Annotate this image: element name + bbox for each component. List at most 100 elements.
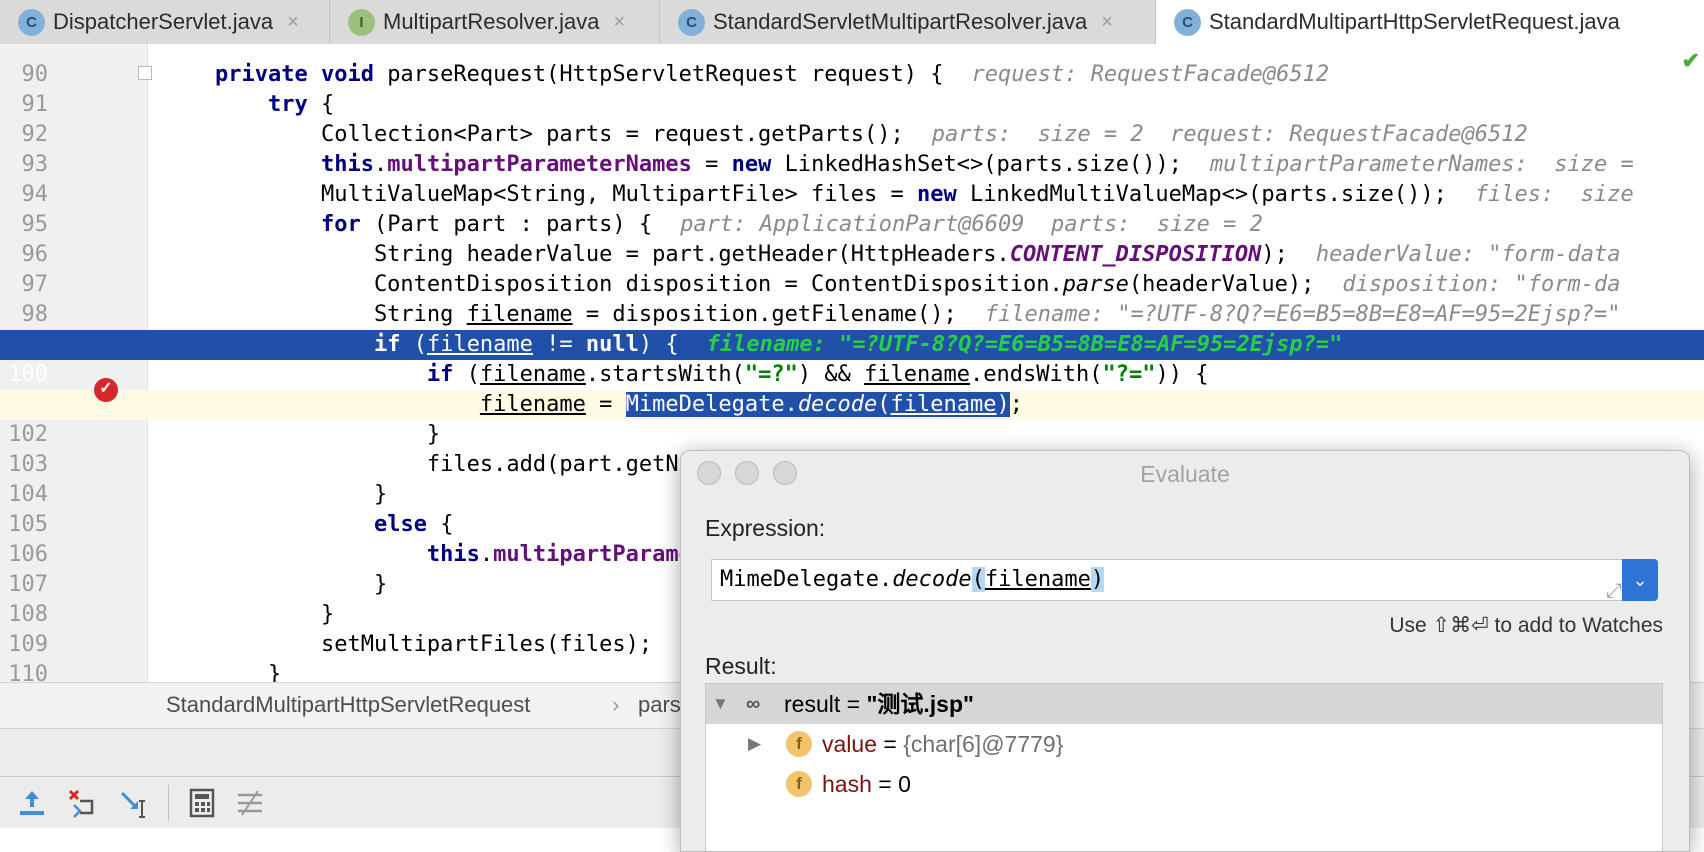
result-row[interactable]: ▼ ∞ result = "测试.jsp" (706, 684, 1662, 724)
code-text: filename = MimeDelegate.decode(filename)… (479, 392, 1024, 417)
class-icon: C (18, 8, 45, 36)
field-row[interactable]: f hash = 0 (706, 764, 1662, 804)
tab-label: StandardMultipartHttpServletRequest.java (1209, 9, 1620, 34)
breakpoint-icon[interactable]: ✓ (94, 378, 118, 402)
breadcrumb-class[interactable]: StandardMultipartHttpServletRequest (166, 683, 530, 727)
caret-line[interactable]: 102 filename = MimeDelegate.decode(filen… (0, 390, 1704, 447)
breadcrumb-method[interactable]: pars (638, 683, 681, 727)
code-line[interactable]: 101 if (filename.startsWith("=?") && fil… (0, 360, 1704, 417)
expr-method: decode (892, 567, 972, 592)
tab-multipart-resolver[interactable]: I MultipartResolver.java × (330, 0, 660, 44)
expr-arg: filename (984, 567, 1091, 592)
code-text: } (215, 602, 335, 627)
close-icon[interactable]: × (287, 11, 299, 34)
code-line[interactable]: 94 this.multipartParameterNames = new Li… (0, 150, 1704, 207)
expand-triangle-icon[interactable]: ▶ (748, 724, 761, 764)
code-text: } (215, 482, 388, 507)
inline-debug-value: parts: size = 2 request: RequestFacade@6… (931, 122, 1528, 147)
field-text: value = {char[6]@7779} (822, 724, 1063, 764)
dialog-title: Evaluate (1140, 461, 1230, 487)
code-text: this.multipartParameterNames = new Linke… (320, 152, 1648, 177)
field-eq: = (871, 771, 899, 797)
expr-class: MimeDelegate. (720, 567, 893, 592)
tab-standard-multipart-http-servlet-request[interactable]: C StandardMultipartHttpServletRequest.ja… (1156, 0, 1704, 44)
code-text: if (filename.startsWith("=?") && filenam… (426, 362, 1209, 387)
tab-dispatcher-servlet[interactable]: C DispatcherServlet.java × (0, 0, 330, 44)
field-value: 0 (898, 771, 911, 797)
result-label: Result: (705, 653, 777, 679)
execution-point-line[interactable]: 100 if (filename != null) {filename: "=?… (0, 330, 1704, 387)
history-dropdown-button[interactable]: ⌄ (1622, 559, 1658, 601)
code-text: if (filename != null) {filename: "=?UTF-… (373, 332, 1343, 357)
class-icon: C (678, 8, 705, 36)
code-text: ContentDisposition disposition = Content… (215, 272, 1621, 297)
inline-debug-value: headerValue: "form-data (1315, 242, 1621, 267)
inline-debug-value: part: ApplicationPart@6609 parts: size =… (680, 212, 1263, 237)
code-text: } (215, 422, 441, 447)
code-text: MultiValueMap<String, MultipartFile> fil… (215, 182, 1634, 207)
chevron-down-icon: ⌄ (1632, 570, 1648, 590)
collapse-triangle-icon[interactable]: ▼ (712, 684, 729, 724)
tab-label: MultipartResolver.java (383, 9, 600, 34)
field-eq: = (876, 731, 904, 757)
code-line[interactable]: 96 for (Part part : parts) {part: Applic… (0, 210, 1704, 267)
field-icon: f (786, 731, 812, 757)
inline-debug-value: filename: "=?UTF-8?Q?=E6=B5=8B=E8=AF=95=… (706, 332, 1343, 357)
breadcrumb-separator: › (612, 692, 620, 717)
inline-debug-value: filename: "=?UTF-8?Q?=E6=B5=8B=E8=AF=95=… (984, 302, 1621, 327)
code-text: } (215, 662, 282, 682)
code-line[interactable]: 92 try { (0, 90, 1704, 147)
analysis-ok-icon: ✔ (1681, 48, 1700, 73)
field-row[interactable]: ▶ f value = {char[6]@7779} (706, 724, 1662, 764)
tab-label: DispatcherServlet.java (53, 9, 274, 34)
code-line[interactable]: 103 } (0, 420, 1704, 477)
inline-debug-value: files: size (1474, 182, 1634, 207)
field-value: {char[6]@7779} (903, 731, 1064, 757)
result-value: "测试.jsp" (866, 691, 974, 717)
step-out-icon[interactable] (16, 787, 48, 819)
close-icon[interactable]: × (1101, 11, 1113, 34)
close-icon[interactable]: × (613, 11, 625, 34)
run-to-cursor-icon[interactable] (118, 787, 150, 819)
fold-icon[interactable] (138, 66, 152, 80)
toolbar-divider (168, 785, 169, 821)
result-name: result (784, 691, 841, 717)
evaluate-dialog: Evaluate Expression: MimeDelegate.decode… (680, 450, 1690, 852)
add-to-watches-hint: Use ⇧⌘⏎ to add to Watches (1389, 614, 1663, 637)
trace-stream-icon[interactable] (234, 787, 266, 819)
expression-input[interactable]: MimeDelegate.decode(filename) ⤢ (711, 559, 1639, 602)
expr-paren-close: ) (1090, 567, 1105, 592)
editor-tab-bar: C DispatcherServlet.java × I MultipartRe… (0, 0, 1704, 44)
inline-debug-value: disposition: "form-da (1342, 272, 1621, 297)
code-line[interactable]: 97 String headerValue = part.getHeader(H… (0, 240, 1704, 297)
result-tree[interactable]: ▼ ∞ result = "测试.jsp" ▶ f value = {char[… (705, 683, 1663, 851)
inline-debug-value: request: RequestFacade@6512 (971, 62, 1330, 87)
code-text: setMultipartFiles(files); (215, 632, 653, 657)
code-text: } (215, 572, 388, 597)
watch-glasses-icon: ∞ (746, 693, 761, 715)
tab-label: StandardServletMultipartResolver.java (713, 9, 1088, 34)
code-line[interactable]: 99 String filename = disposition.getFile… (0, 300, 1704, 357)
code-line[interactable]: 90 (0, 44, 1704, 87)
code-text: for (Part part : parts) {part: Applicati… (320, 212, 1263, 237)
code-text: else { (373, 512, 454, 537)
code-line[interactable]: 98 ContentDisposition disposition = Cont… (0, 270, 1704, 327)
code-text: private void parseRequest(HttpServletReq… (215, 62, 1330, 87)
code-text: Collection<Part> parts = request.getPart… (215, 122, 1528, 147)
interface-icon: I (348, 8, 375, 36)
code-line[interactable]: 93 Collection<Part> parts = request.getP… (0, 120, 1704, 177)
field-text: hash = 0 (822, 764, 911, 804)
code-line[interactable]: 95 MultiValueMap<String, MultipartFile> … (0, 180, 1704, 237)
expr-paren-open: ( (971, 567, 985, 592)
code-line[interactable]: 91 private void parseRequest(HttpServlet… (0, 60, 1704, 117)
selected-expression[interactable]: MimeDelegate.decode(filename) (625, 392, 1010, 417)
drop-frame-icon[interactable] (66, 787, 98, 819)
expand-icon[interactable]: ⤢ (1606, 570, 1622, 610)
class-icon: C (1174, 8, 1201, 36)
evaluate-expression-icon[interactable] (186, 787, 218, 819)
result-text: result = "测试.jsp" (784, 684, 974, 724)
tab-standard-servlet-multipart-resolver[interactable]: C StandardServletMultipartResolver.java … (660, 0, 1156, 44)
field-icon: f (786, 771, 812, 797)
code-text: String filename = disposition.getFilenam… (215, 302, 1621, 327)
expression-label: Expression: (705, 515, 826, 541)
